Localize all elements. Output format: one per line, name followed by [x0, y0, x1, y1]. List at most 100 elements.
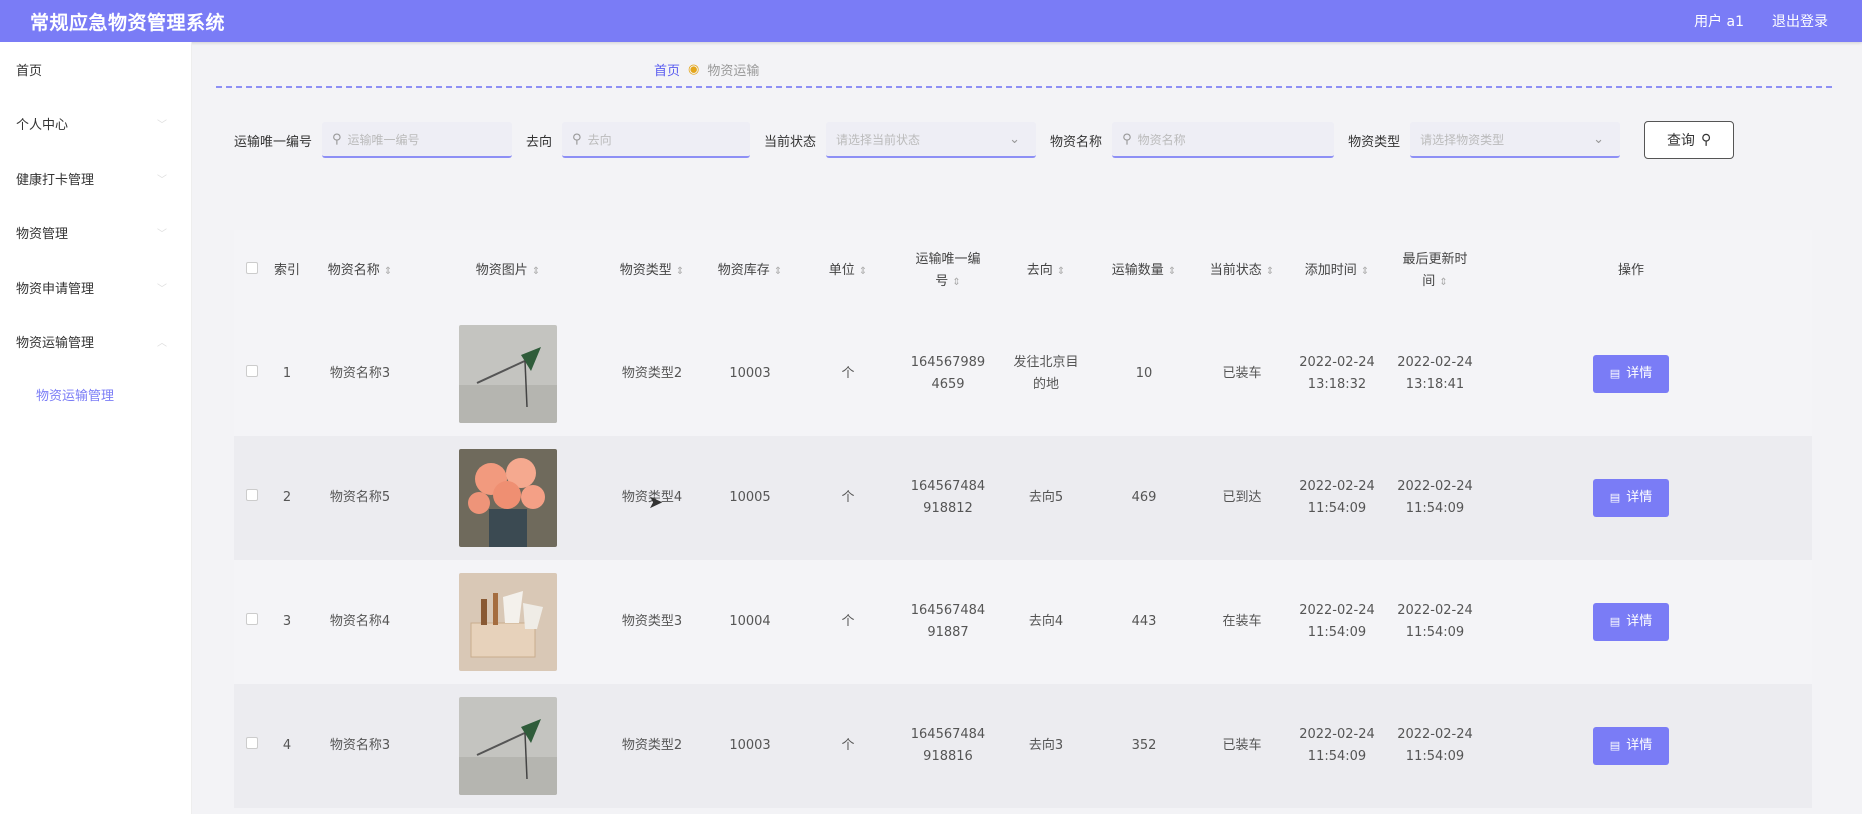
divider — [216, 86, 1832, 88]
row-stock: 10003 — [729, 366, 771, 381]
detail-button[interactable]: ▤ 详情 — [1593, 355, 1669, 393]
transport-id-input[interactable]: ⚲ 运输唯一编号 — [322, 122, 513, 158]
row-name: 物资名称3 — [329, 366, 391, 381]
row-updated-time: 2022-02-24 11:54:09 — [1397, 479, 1473, 516]
row-unit: 个 — [841, 366, 855, 381]
sort-icon: ⇕ — [1167, 265, 1177, 277]
header-photo[interactable]: 物资图片 ⇕ — [412, 260, 604, 283]
chevron-down-icon: ﹀ — [157, 283, 167, 295]
user-label[interactable]: 用户 a1 — [1694, 11, 1744, 31]
sidebar-item-label: 健康打卡管理 — [16, 172, 95, 188]
sidebar-item-label: 首页 — [16, 63, 43, 79]
row-updated-time: 2022-02-24 11:54:09 — [1397, 727, 1473, 764]
logout-link[interactable]: 退出登录 — [1772, 11, 1828, 31]
search-icon: ⚲ — [1122, 131, 1132, 147]
header-transport-id[interactable]: 运输唯一编号 ⇕ — [896, 249, 1000, 294]
name-input[interactable]: ⚲ 物资名称 — [1112, 122, 1335, 158]
row-checkbox[interactable] — [246, 489, 258, 501]
header-actions: 操作 — [1617, 263, 1644, 278]
header-status[interactable]: 当前状态 ⇕ — [1196, 260, 1288, 283]
header-type[interactable]: 物资类型 ⇕ — [604, 260, 700, 283]
breadcrumb-separator-icon: ◉ — [688, 62, 700, 77]
sidebar: 首页 个人中心 ﹀ 健康打卡管理 ﹀ 物资管理 ﹀ 物资申请管理 ﹀ 物资运输管… — [0, 42, 192, 814]
sort-icon: ⇕ — [383, 265, 393, 277]
row-checkbox[interactable] — [246, 613, 258, 625]
row-status: 已装车 — [1222, 366, 1262, 381]
row-added-time: 2022-02-24 13:18:32 — [1299, 355, 1375, 392]
header-index: 索引 — [273, 263, 300, 278]
sort-icon: ⇕ — [675, 265, 685, 277]
supply-photo — [459, 573, 557, 671]
app-title: 常规应急物资管理系统 — [30, 11, 226, 34]
sidebar-item-health-checkin[interactable]: 健康打卡管理 ﹀ — [0, 151, 191, 206]
main-content: 首页 ◉ 物资运输 运输唯一编号 ⚲ 运输唯一编号 去向 ⚲ 去向 当前状态 请… — [192, 42, 1862, 814]
row-transport-id: 164567989 4659 — [910, 355, 986, 392]
header-updated-time[interactable]: 最后更新时间 ⇕ — [1386, 249, 1484, 294]
row-checkbox[interactable] — [246, 737, 258, 749]
sidebar-item-transport[interactable]: 物资运输管理 ︿ — [0, 315, 191, 370]
header-unit[interactable]: 单位 ⇕ — [800, 260, 896, 283]
search-icon: ⚲ — [572, 131, 582, 147]
supply-photo — [459, 697, 557, 795]
row-destination: 去向5 — [1028, 490, 1064, 505]
breadcrumb-home[interactable]: 首页 — [654, 60, 680, 79]
detail-button[interactable]: ▤ 详情 — [1593, 727, 1669, 765]
row-index: 1 — [282, 366, 292, 381]
chevron-down-icon: ⌄ — [1593, 131, 1605, 147]
row-name: 物资名称4 — [329, 614, 391, 629]
row-name: 物资名称5 — [329, 490, 391, 505]
row-type: 物资类型2 — [621, 738, 683, 753]
sidebar-item-supplies[interactable]: 物资管理 ﹀ — [0, 206, 191, 261]
destination-placeholder: 去向 — [587, 132, 612, 147]
header-stock[interactable]: 物资库存 ⇕ — [700, 260, 800, 283]
document-icon: ▤ — [1609, 615, 1621, 628]
table-header: 索引 物资名称 ⇕ 物资图片 ⇕ 物资类型 ⇕ 物资库存 ⇕ 单位 ⇕ 运输唯一编号 ⇕ 去… — [234, 230, 1812, 312]
sidebar-item-supply-requests[interactable]: 物资申请管理 ﹀ — [0, 260, 191, 315]
query-button[interactable]: 查询 ⚲ — [1644, 121, 1735, 159]
sort-icon: ⇕ — [858, 265, 868, 277]
type-label: 物资类型 — [1348, 134, 1401, 150]
sidebar-item-home[interactable]: 首页 — [0, 42, 191, 97]
row-quantity: 443 — [1131, 614, 1157, 629]
breadcrumb: 首页 ◉ 物资运输 — [654, 60, 759, 79]
detail-button[interactable]: ▤ 详情 — [1593, 603, 1669, 641]
supply-photo — [459, 449, 557, 547]
row-added-time: 2022-02-24 11:54:09 — [1299, 603, 1375, 640]
sidebar-item-label: 物资管理 — [16, 227, 69, 243]
name-placeholder: 物资名称 — [1137, 132, 1186, 147]
sort-icon: ⇕ — [531, 265, 541, 277]
header-quantity[interactable]: 运输数量 ⇕ — [1092, 260, 1196, 283]
type-placeholder: 请选择物资类型 — [1420, 132, 1505, 147]
row-quantity: 10 — [1135, 366, 1153, 381]
table-row: 3 物资名称4 物资类型3 10004 个 164567484 91887 去向4… — [234, 560, 1812, 684]
row-destination: 发往北京目 的地 — [1013, 355, 1079, 392]
row-type: 物资类型2 — [621, 366, 683, 381]
row-unit: 个 — [841, 490, 855, 505]
sidebar-subitem-transport-management[interactable]: 物资运输管理 — [0, 369, 191, 419]
status-select[interactable]: 请选择当前状态 ⌄ — [826, 122, 1037, 158]
header-name[interactable]: 物资名称 ⇕ — [308, 260, 412, 283]
row-quantity: 469 — [1131, 490, 1157, 505]
select-all-checkbox[interactable] — [246, 262, 258, 274]
sidebar-item-personal-center[interactable]: 个人中心 ﹀ — [0, 97, 191, 152]
row-index: 4 — [282, 738, 292, 753]
row-transport-id: 164567484 91887 — [910, 603, 986, 640]
status-label: 当前状态 — [764, 134, 817, 150]
row-destination: 去向3 — [1028, 738, 1064, 753]
sort-icon: ⇕ — [952, 276, 961, 288]
row-stock: 10004 — [729, 614, 771, 629]
transport-id-placeholder: 运输唯一编号 — [347, 132, 420, 147]
header-destination[interactable]: 去向 ⇕ — [1000, 260, 1092, 283]
document-icon: ▤ — [1609, 491, 1621, 504]
header-added-time[interactable]: 添加时间 ⇕ — [1288, 260, 1386, 283]
status-placeholder: 请选择当前状态 — [836, 132, 921, 147]
destination-input[interactable]: ⚲ 去向 — [562, 122, 751, 158]
search-icon: ⚲ — [332, 131, 342, 147]
type-select[interactable]: 请选择物资类型 ⌄ — [1410, 122, 1621, 158]
row-name: 物资名称3 — [329, 738, 391, 753]
row-checkbox[interactable] — [246, 365, 258, 377]
sort-icon: ⇕ — [773, 265, 783, 277]
search-icon: ⚲ — [1700, 132, 1712, 148]
breadcrumb-current: 物资运输 — [707, 64, 760, 79]
detail-button[interactable]: ▤ 详情 — [1593, 479, 1669, 517]
